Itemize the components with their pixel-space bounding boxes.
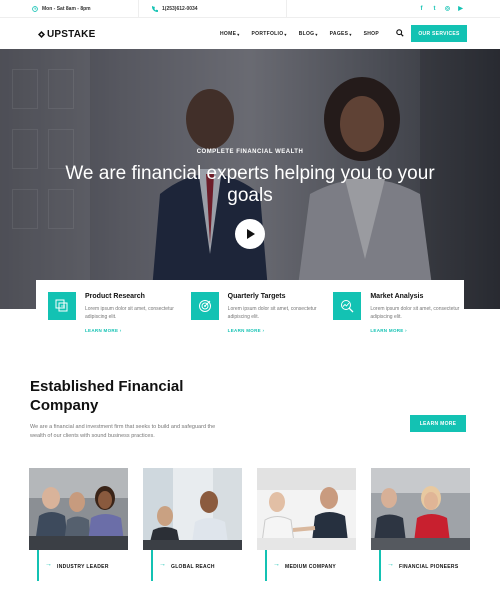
divider xyxy=(138,0,139,18)
facebook-icon[interactable]: f xyxy=(418,5,425,12)
nav-item-portfolio[interactable]: PORTFOLIO ▾ xyxy=(252,31,287,37)
learn-more-button[interactable]: LEARN MORE xyxy=(410,415,466,432)
youtube-icon[interactable]: ▶ xyxy=(457,5,464,12)
arrow-right-icon: → xyxy=(159,561,166,568)
hero-section: COMPLETE FINANCIAL WEALTH We are financi… xyxy=(0,49,500,309)
play-video-button[interactable] xyxy=(235,219,265,249)
office-meeting-photo xyxy=(371,468,470,550)
section-text: We are a financial and investment firm t… xyxy=(30,424,216,439)
clock-icon xyxy=(32,6,38,12)
instagram-icon[interactable]: ◎ xyxy=(444,5,451,12)
nav-item-label: SHOP xyxy=(363,31,379,37)
section-title: Established Financial Company xyxy=(30,378,184,414)
nav-item-shop[interactable]: SHOP xyxy=(364,31,379,37)
phone-icon xyxy=(152,6,158,12)
phone-text: 1(253)612-0034 xyxy=(162,6,198,12)
learn-more-link[interactable]: LEARN MORE › xyxy=(370,328,407,333)
arrow-right-icon: → xyxy=(387,561,394,568)
divider xyxy=(286,0,287,18)
search-icon[interactable] xyxy=(396,29,404,37)
nav-item-label: BLOG xyxy=(298,31,315,37)
play-icon xyxy=(246,229,255,239)
logo-text: UPSTAKE xyxy=(47,29,96,40)
card-caption: → INDUSTRY LEADER xyxy=(37,550,128,581)
opening-hours: Mon - Sat 8am - 8pm xyxy=(32,6,91,12)
nav-item-blog[interactable]: BLOG ▾ xyxy=(299,31,318,37)
nav-item-label: PAGES xyxy=(329,31,349,37)
site-logo[interactable]: UPSTAKE xyxy=(38,29,95,40)
handshake-photo xyxy=(257,468,356,550)
feature-title: Quarterly Targets xyxy=(227,293,286,300)
chevron-down-icon: ▾ xyxy=(349,31,352,37)
team-meeting-photo xyxy=(29,468,128,550)
feature-market-analysis: Market Analysis Lorem ipsum dolor sit am… xyxy=(321,280,464,340)
nav-item-label: PORTFOLIO xyxy=(251,31,284,37)
card-medium-company[interactable]: → MEDIUM COMPANY xyxy=(257,468,356,584)
office-discussion-photo xyxy=(143,468,242,550)
arrow-right-icon: → xyxy=(273,561,280,568)
learn-more-link[interactable]: LEARN MORE › xyxy=(228,328,265,333)
social-links: f t ◎ ▶ xyxy=(418,5,464,13)
card-label: MEDIUM COMPANY xyxy=(285,564,337,570)
learn-more-link[interactable]: LEARN MORE › xyxy=(85,328,122,333)
twitter-icon[interactable]: t xyxy=(431,5,438,12)
nav-item-label: HOME xyxy=(220,31,237,37)
analysis-icon xyxy=(333,292,362,320)
feature-description: Lorem ipsum dolor sit amet, consectetur … xyxy=(85,306,174,320)
card-label: FINANCIAL PIONEERS xyxy=(399,564,459,570)
arrow-right-icon: → xyxy=(45,561,52,568)
top-bar: Mon - Sat 8am - 8pm 1(253)612-0034 f t ◎… xyxy=(0,0,500,18)
logo-mark-icon xyxy=(38,31,45,38)
card-caption: → GLOBAL REACH xyxy=(151,550,242,581)
chevron-down-icon: ▾ xyxy=(284,31,287,37)
hours-text: Mon - Sat 8am - 8pm xyxy=(42,6,91,12)
nav-item-home[interactable]: HOME ▾ xyxy=(220,31,240,37)
feature-description: Lorem ipsum dolor sit amet, consectetur … xyxy=(227,306,317,320)
chevron-down-icon: ▾ xyxy=(237,31,240,37)
phone-number[interactable]: 1(253)612-0034 xyxy=(152,6,198,12)
card-caption: → MEDIUM COMPANY xyxy=(265,550,356,581)
features-card: Product Research Lorem ipsum dolor sit a… xyxy=(36,280,464,340)
feature-product-research: Product Research Lorem ipsum dolor sit a… xyxy=(36,280,179,340)
feature-title: Product Research xyxy=(85,293,145,300)
card-label: GLOBAL REACH xyxy=(171,564,215,570)
hero-kicker: COMPLETE FINANCIAL WEALTH xyxy=(196,149,304,155)
card-label: INDUSTRY LEADER xyxy=(57,564,109,570)
nav-item-pages[interactable]: PAGES ▾ xyxy=(330,31,352,37)
feature-title: Market Analysis xyxy=(370,293,424,300)
card-financial-pioneers[interactable]: → FINANCIAL PIONEERS xyxy=(371,468,470,584)
card-industry-leader[interactable]: → INDUSTRY LEADER xyxy=(29,468,128,584)
layers-icon xyxy=(48,292,76,320)
hero-title: We are financial experts helping you to … xyxy=(65,163,435,206)
our-services-button[interactable]: OUR SERVICES xyxy=(411,25,467,42)
nav-menu: HOME ▾ PORTFOLIO ▾ BLOG ▾ PAGES ▾ SHOP xyxy=(220,31,379,37)
chevron-down-icon: ▾ xyxy=(315,31,318,37)
card-caption: → FINANCIAL PIONEERS xyxy=(379,550,470,581)
card-global-reach[interactable]: → GLOBAL REACH xyxy=(143,468,242,584)
target-icon xyxy=(190,292,219,320)
feature-quarterly-targets: Quarterly Targets Lorem ipsum dolor sit … xyxy=(179,280,322,340)
feature-description: Lorem ipsum dolor sit amet, consectetur … xyxy=(370,306,460,320)
main-navigation: UPSTAKE HOME ▾ PORTFOLIO ▾ BLOG ▾ PAGES ▾ SH… xyxy=(0,18,500,49)
